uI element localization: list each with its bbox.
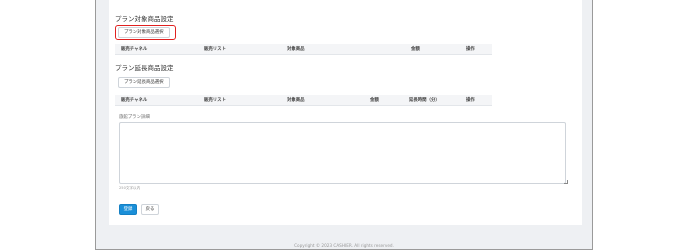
col-sales-list: 販売リスト [204, 47, 226, 52]
col-sales-channel: 販売チャネル [121, 98, 148, 103]
plan-target-title: プラン対象商品設定 [115, 15, 174, 23]
plan-target-table-header: 販売チャネル 販売リスト 対象商品 金額 操作 [115, 44, 492, 55]
back-button[interactable]: 戻る [141, 204, 159, 215]
col-sales-channel: 販売チャネル [121, 47, 148, 52]
col-sales-list: 販売リスト [204, 98, 226, 103]
register-button[interactable]: 登録 [119, 204, 137, 215]
col-amount: 金額 [370, 98, 379, 103]
form-card [109, 0, 582, 225]
col-operation: 操作 [466, 98, 475, 103]
resize-grip-icon[interactable] [564, 180, 568, 184]
plan-target-select-button[interactable]: プラン対象商品選択 [118, 27, 170, 38]
col-target-product: 対象商品 [287, 47, 305, 52]
plan-extension-table-header: 販売チャネル 販売リスト 対象商品 金額 延長時間（分） 操作 [115, 95, 492, 106]
footer-copyright: Copyright © 2023 CASHIER. All rights res… [294, 243, 394, 248]
col-target-product: 対象商品 [287, 98, 305, 103]
detail-label: 旅館プラン詳細 [119, 115, 150, 120]
char-limit-note: 250文字以内 [119, 186, 141, 190]
plan-extension-title: プラン延長商品設定 [115, 64, 174, 72]
plan-extension-select-button[interactable]: プラン延長商品選択 [118, 77, 170, 88]
col-operation: 操作 [466, 47, 475, 52]
detail-textarea[interactable] [119, 122, 566, 184]
col-extension-minutes: 延長時間（分） [409, 98, 440, 103]
col-amount: 金額 [411, 47, 420, 52]
